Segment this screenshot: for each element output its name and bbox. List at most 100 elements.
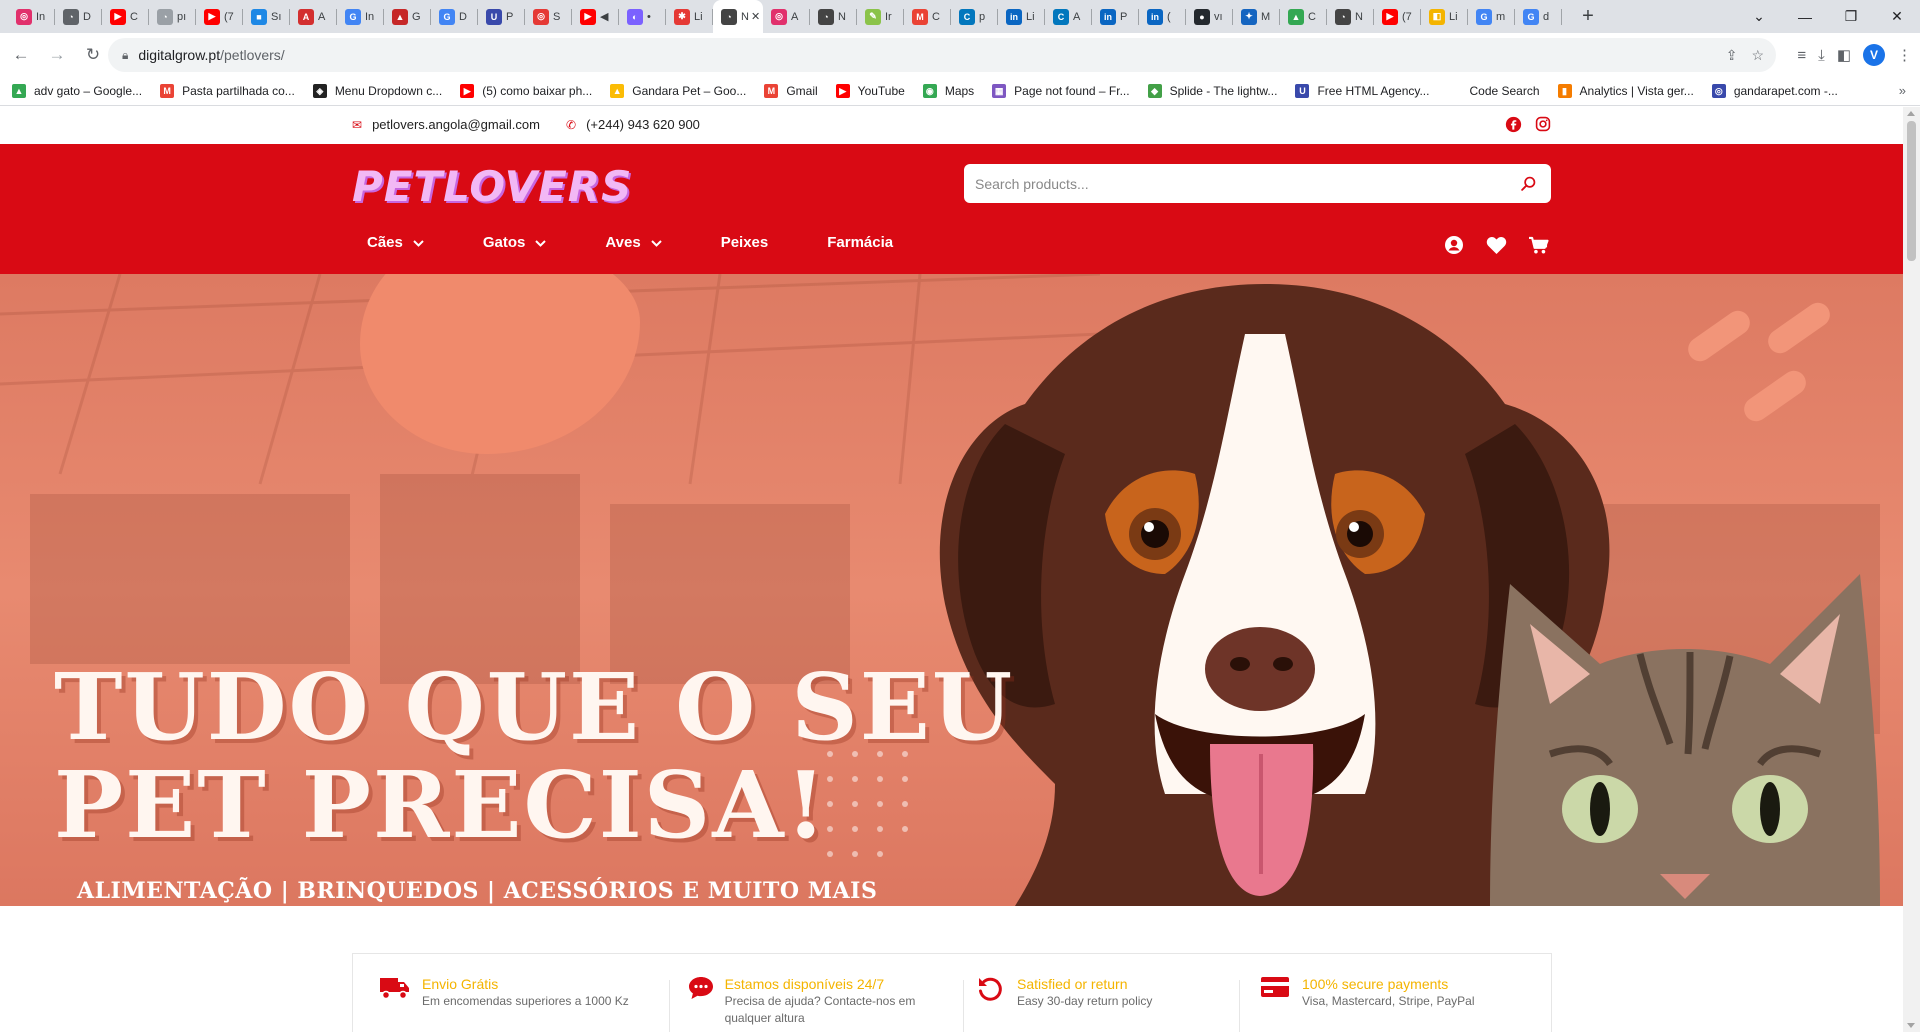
tab-title: pı [177, 10, 187, 23]
browser-tab[interactable]: ◔ pı [149, 0, 196, 33]
bookmark-item[interactable]: ◎ gandarapet.com -... [1711, 84, 1838, 98]
bookmark-label: adv gato – Google... [34, 84, 143, 98]
browser-tab[interactable]: ◔ N [1327, 0, 1374, 33]
browser-tab[interactable]: in P [1092, 0, 1139, 33]
nav-item[interactable]: Aves [605, 234, 662, 251]
bookmark-item[interactable]: M Pasta partilhada co... [160, 84, 295, 98]
menu-kebab-icon[interactable]: ⋮ [1897, 46, 1912, 64]
browser-tab[interactable]: CA [1045, 0, 1092, 33]
bookmarks-overflow-icon[interactable]: » [1899, 83, 1906, 98]
bookmark-item[interactable]: ▮ Analytics | Vista ger... [1557, 84, 1694, 98]
browser-tab[interactable]: GD [431, 0, 478, 33]
minimize-button[interactable]: — [1782, 0, 1828, 33]
browser-tab[interactable]: ✱ Li [666, 0, 713, 33]
bookmark-item[interactable]: ◆ Splide - The lightw... [1147, 84, 1277, 98]
close-window-button[interactable]: ✕ [1874, 0, 1920, 33]
side-panel-icon[interactable]: ◧ [1837, 46, 1851, 64]
nav-item[interactable]: Peixes [721, 234, 769, 251]
bookmark-item[interactable]: U Free HTML Agency... [1295, 84, 1429, 98]
browser-tab[interactable]: ◔ N [810, 0, 857, 33]
tab-title: N [1355, 10, 1363, 23]
tab-search-icon[interactable]: ⌄ [1736, 0, 1782, 33]
tab-favicon-icon: A [298, 8, 314, 25]
close-tab-icon[interactable]: ✕ [751, 10, 760, 23]
browser-tab[interactable]: ▲ C [1280, 0, 1327, 33]
bookmark-item[interactable]: ▲ adv gato – Google... [12, 84, 142, 98]
bookmark-item[interactable]: ◈ Menu Dropdown c... [312, 84, 442, 98]
wishlist-heart-icon[interactable] [1485, 234, 1507, 256]
browser-tab[interactable]: ◔ D [55, 0, 102, 33]
bookmark-favicon-icon: ▲ [12, 84, 26, 98]
bookmark-item[interactable]: ▦ Page not found – Fr... [992, 84, 1130, 98]
phone-contact[interactable]: ✆ (+244) 943 620 900 [566, 117, 700, 132]
lock-icon[interactable]: 🔒︎ [122, 48, 128, 63]
browser-tab[interactable]: ◎ A [763, 0, 810, 33]
search-icon[interactable] [1520, 175, 1537, 197]
bookmark-item[interactable]: M Gmail [764, 84, 818, 98]
share-icon[interactable]: ⇪ [1726, 47, 1738, 64]
browser-tab[interactable]: G In [337, 0, 384, 33]
bookmark-item[interactable]: ▶ (5) como baixar ph... [460, 84, 592, 98]
browser-tab[interactable]: UP [478, 0, 525, 33]
browser-tab[interactable]: ◐ • [619, 0, 666, 33]
browser-tab[interactable]: in Li [998, 0, 1045, 33]
media-controls-icon[interactable]: ≡ [1797, 47, 1806, 64]
browser-tab[interactable]: AA [290, 0, 337, 33]
reload-button[interactable]: ↻ [78, 40, 108, 70]
nav-item[interactable]: Farmácia [827, 234, 893, 251]
browser-tab[interactable]: ■ Sı [243, 0, 290, 33]
browser-tab[interactable]: ● vı [1186, 0, 1233, 33]
new-tab-button[interactable]: + [1572, 0, 1604, 33]
bookmark-item[interactable]: ◉ Maps [922, 84, 974, 98]
scroll-up-arrow-icon[interactable] [1907, 111, 1915, 116]
nav-item[interactable]: Cães [367, 234, 424, 251]
browser-tab[interactable]: ▶ (7 [196, 0, 243, 33]
browser-tab[interactable]: ▶ ◀ [572, 0, 619, 33]
bookmark-item[interactable]: Code Search [1447, 84, 1540, 98]
tab-favicon-icon: ◎ [16, 8, 32, 25]
facebook-icon[interactable] [1504, 115, 1522, 133]
window-controls: ⌄ — ❐ ✕ [1736, 0, 1920, 33]
browser-tab[interactable]: Cp [951, 0, 998, 33]
bookmark-star-icon[interactable]: ☆ [1751, 47, 1764, 64]
browser-tab[interactable]: ▶ (7 [1374, 0, 1421, 33]
tab-title: Ir [885, 10, 892, 23]
tab-title: (7 [224, 10, 234, 23]
page-scrollbar[interactable] [1903, 107, 1920, 1032]
browser-tab[interactable]: ◔ N ✕ [713, 0, 763, 33]
downloads-icon[interactable]: ⤓ [1818, 47, 1825, 64]
feature-secure-payments: 100% secure payments Visa, Mastercard, S… [1258, 976, 1475, 1010]
bookmark-item[interactable]: ▲ Gandara Pet – Goo... [610, 84, 746, 98]
browser-tab[interactable]: MC [904, 0, 951, 33]
search-input[interactable] [975, 175, 1495, 192]
bookmark-list: ▲ adv gato – Google... M Pasta partilhada c… [12, 84, 1856, 98]
scrollbar-thumb[interactable] [1907, 121, 1916, 261]
cart-icon[interactable] [1527, 234, 1549, 256]
back-button[interactable]: ← [6, 40, 36, 70]
bookmark-favicon-icon: M [764, 84, 779, 98]
browser-tab[interactable]: Gd [1515, 0, 1562, 33]
browser-tab[interactable]: ◎ S [525, 0, 572, 33]
feature-free-shipping: Envio Grátis Em encomendas superiores a … [378, 976, 629, 1010]
email-contact[interactable]: ✉ petlovers.angola@gmail.com [352, 117, 540, 132]
browser-tab[interactable]: ▶ C [102, 0, 149, 33]
browser-tab[interactable]: ✎ Ir [857, 0, 904, 33]
nav-item[interactable]: Gatos [483, 234, 547, 251]
browser-tab[interactable]: ◎ In [8, 0, 55, 33]
hero-banner[interactable]: TUDO QUE O SEU PET PRECISA! ALIMENTAÇÃO … [0, 274, 1903, 906]
browser-tab[interactable]: ▲ G [384, 0, 431, 33]
browser-tab[interactable]: ✦ M [1233, 0, 1280, 33]
restore-button[interactable]: ❐ [1828, 0, 1874, 33]
account-icon[interactable] [1443, 234, 1465, 256]
browser-tab[interactable]: ◧ Li [1421, 0, 1468, 33]
profile-avatar[interactable]: V [1863, 44, 1885, 66]
bookmark-label: Pasta partilhada co... [182, 84, 295, 98]
scroll-down-arrow-icon[interactable] [1907, 1023, 1915, 1028]
browser-tab[interactable]: Gm [1468, 0, 1515, 33]
bookmark-item[interactable]: ▶ YouTube [835, 84, 905, 98]
instagram-icon[interactable] [1534, 115, 1552, 133]
site-logo[interactable]: PETLOVERS [352, 162, 632, 211]
forward-button[interactable]: → [42, 40, 72, 70]
address-bar[interactable]: 🔒︎ digitalgrow.pt/petlovers/ ⇪ ☆ [108, 38, 1776, 72]
browser-tab[interactable]: in ( [1139, 0, 1186, 33]
